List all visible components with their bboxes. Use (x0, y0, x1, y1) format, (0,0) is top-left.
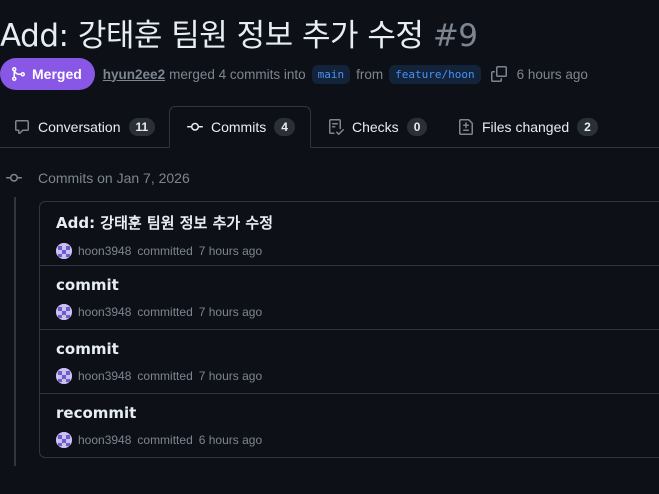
tab-files-changed-label: Files changed (482, 118, 570, 135)
tab-files-changed[interactable]: Files changed 2 (458, 106, 598, 147)
pr-meta: Merged hyun2ee2 merged 4 commits into ma… (0, 58, 588, 90)
commit-item: recommit hoon3948 committed 6 hours ago (40, 394, 659, 457)
author-link[interactable]: hyun2ee2 (103, 67, 165, 82)
copy-branch-button[interactable] (490, 66, 507, 82)
commit-author[interactable]: hoon3948 (78, 244, 131, 258)
copy-icon (490, 66, 507, 82)
head-branch[interactable]: feature/hoon (389, 64, 481, 84)
commit-icon (6, 173, 22, 182)
tab-commits[interactable]: Commits 4 (169, 106, 311, 148)
from-text: from (356, 66, 384, 82)
commit-author[interactable]: hoon3948 (78, 369, 131, 383)
commit-action: committed (137, 369, 193, 383)
commit-time: 7 hours ago (198, 369, 263, 383)
commit-action: committed (137, 433, 193, 447)
commit-item: Add: 강태훈 팀원 정보 추가 수정 hoon3948 committed … (40, 202, 659, 266)
commit-time: 6 hours ago (198, 433, 263, 447)
commit-list: Add: 강태훈 팀원 정보 추가 수정 hoon3948 committed … (39, 201, 659, 458)
pr-title: Add: 강태훈 팀원 정보 추가 수정 #9 (0, 10, 478, 55)
avatar[interactable] (56, 432, 72, 448)
commit-author[interactable]: hoon3948 (78, 305, 131, 319)
base-branch[interactable]: main (311, 64, 351, 84)
merge-icon (12, 67, 26, 81)
commit-date-label: Commits on Jan 7, 2026 (38, 170, 190, 186)
tab-conversation[interactable]: Conversation 11 (14, 106, 156, 147)
tab-checks-label: Checks (352, 118, 399, 135)
merge-time: 6 hours ago (516, 66, 588, 82)
commit-title[interactable]: Add: 강태훈 팀원 정보 추가 수정 (56, 212, 659, 233)
commit-action: committed (137, 305, 193, 319)
avatar[interactable] (56, 243, 72, 259)
pr-number: #9 (432, 18, 478, 54)
commit-title[interactable]: commit (56, 340, 659, 358)
commit-time: 7 hours ago (198, 244, 263, 258)
status-badge-label: Merged (32, 66, 82, 82)
tab-conversation-label: Conversation (38, 118, 121, 135)
checklist-icon (329, 118, 344, 135)
file-diff-icon (459, 118, 473, 135)
tab-files-changed-count: 2 (577, 117, 598, 136)
commit-title[interactable]: commit (56, 276, 659, 294)
timeline-line (14, 197, 16, 466)
pr-tabs: Conversation 11 Commits 4 Checks 0 Files… (0, 106, 659, 148)
commit-action: committed (137, 244, 193, 258)
commit-author[interactable]: hoon3948 (78, 433, 131, 447)
commit-item: commit hoon3948 committed 7 hours ago (40, 266, 659, 330)
comment-icon (15, 119, 29, 134)
tab-checks-count: 0 (406, 117, 428, 136)
commit-time: 7 hours ago (198, 305, 263, 319)
tab-checks[interactable]: Checks 0 (328, 106, 428, 147)
status-badge: Merged (0, 58, 95, 90)
commit-title[interactable]: recommit (56, 404, 659, 422)
tab-commits-count: 4 (274, 118, 295, 136)
avatar[interactable] (56, 304, 72, 320)
avatar[interactable] (56, 368, 72, 384)
commit-date-group: Commits on Jan 7, 2026 (6, 170, 190, 186)
tab-commits-label: Commits (211, 119, 267, 135)
merge-text: merged 4 commits into (169, 66, 306, 82)
commit-icon (187, 122, 203, 131)
pr-title-text: Add: 강태훈 팀원 정보 추가 수정 (0, 18, 424, 54)
tab-conversation-count: 11 (128, 117, 156, 136)
commit-item: commit hoon3948 committed 7 hours ago (40, 330, 659, 394)
